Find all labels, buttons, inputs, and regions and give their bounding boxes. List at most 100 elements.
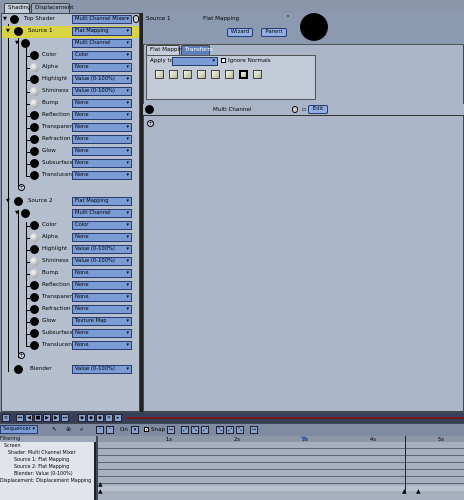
- channel-dropdown[interactable]: None: [72, 233, 132, 242]
- channel-row[interactable]: Highlight Value (0-100%): [2, 74, 139, 86]
- playhead-marker-icon[interactable]: ▼: [301, 435, 306, 443]
- tool-icon[interactable]: ⤡: [236, 426, 244, 434]
- keyframe-icon[interactable]: ◆: [87, 414, 95, 422]
- channel-dropdown[interactable]: None: [72, 135, 132, 144]
- to-end-icon[interactable]: ⏭: [61, 414, 69, 422]
- tool-icon[interactable]: ↔: [250, 426, 258, 434]
- source-1-sub-row[interactable]: ▼ Multi Channel: [2, 38, 139, 50]
- on-toggle-icon[interactable]: ▾: [131, 426, 139, 434]
- stop-icon[interactable]: ■: [34, 414, 42, 422]
- zoom-icon[interactable]: ⌕: [80, 426, 83, 434]
- channel-dropdown[interactable]: Texture Map: [72, 317, 132, 326]
- source-1-row[interactable]: ▼ Source 1 Flat Mapping: [2, 26, 139, 38]
- channel-row[interactable]: Glow None: [2, 146, 139, 158]
- tool-icon[interactable]: ↔: [167, 426, 175, 434]
- cube-plane-icon[interactable]: [211, 70, 220, 79]
- apply-to-dropdown[interactable]: [172, 57, 218, 66]
- collapse-arrow-icon[interactable]: ▼: [6, 198, 10, 204]
- keyframe-marker-icon[interactable]: ▲: [98, 488, 103, 495]
- track-item[interactable]: Shader: Multi Channel Mixer: [0, 450, 96, 457]
- channel-row[interactable]: Refraction None: [2, 134, 139, 146]
- top-shader-dropdown[interactable]: Multi Channel Mixer: [72, 15, 132, 24]
- channel-row[interactable]: Alpha None: [2, 232, 139, 244]
- channel-row[interactable]: Bump None: [2, 268, 139, 280]
- channel-dropdown[interactable]: None: [72, 111, 132, 120]
- channel-row[interactable]: Color Color: [2, 220, 139, 232]
- cube-plane-icon[interactable]: [183, 70, 192, 79]
- sequencer-dropdown[interactable]: Sequencer: [0, 425, 38, 434]
- track-item[interactable]: Displacement: Displacement Mapping: [0, 478, 96, 485]
- channel-dropdown[interactable]: Value (0-100%): [72, 257, 132, 266]
- channel-row[interactable]: Refraction None: [2, 304, 139, 316]
- collapse-arrow-icon[interactable]: ▼: [3, 16, 7, 22]
- lock-icon[interactable]: [133, 15, 139, 23]
- blender-row[interactable]: Blender Value (0-100%): [2, 364, 139, 376]
- source-1-sub-dropdown[interactable]: Multi Channel: [72, 39, 132, 48]
- parent-button[interactable]: Parent: [261, 28, 287, 37]
- channel-dropdown[interactable]: None: [72, 329, 132, 338]
- prev-frame-icon[interactable]: ◀: [25, 414, 33, 422]
- keyframe-next-icon[interactable]: ◆: [96, 414, 104, 422]
- link-icon[interactable]: ▫: [302, 106, 306, 113]
- tab-flat-mapping[interactable]: Flat Mapping: [146, 45, 186, 55]
- edit-button[interactable]: Edit: [308, 105, 328, 114]
- channel-dropdown[interactable]: Color: [72, 221, 132, 230]
- source-2-dropdown[interactable]: Flat Mapping: [72, 197, 132, 206]
- channel-dropdown[interactable]: None: [72, 293, 132, 302]
- keyframe-marker-icon[interactable]: ▲: [98, 481, 103, 488]
- channel-dropdown[interactable]: None: [72, 171, 132, 180]
- next-frame-icon[interactable]: ▶: [52, 414, 60, 422]
- pointer-icon[interactable]: ↖: [52, 426, 57, 433]
- channel-dropdown[interactable]: None: [72, 269, 132, 278]
- add-node-icon[interactable]: +: [147, 120, 154, 127]
- tool-icon[interactable]: ⤡: [216, 426, 224, 434]
- collapse-arrow-icon[interactable]: ▼: [6, 28, 10, 34]
- source-2-sub-row[interactable]: ▼ Multi Channel: [2, 208, 139, 220]
- channel-row[interactable]: Glow Texture Map: [2, 316, 139, 328]
- channel-row[interactable]: Translucency None: [2, 340, 139, 352]
- cube-plane-icon[interactable]: [197, 70, 206, 79]
- key-icon[interactable]: ⁺: [96, 426, 104, 434]
- tab-displacement[interactable]: Displacement: [31, 3, 73, 13]
- blender-track[interactable]: [98, 486, 464, 491]
- lock-icon[interactable]: [292, 106, 298, 113]
- channel-dropdown[interactable]: None: [72, 147, 132, 156]
- channel-dropdown[interactable]: None: [72, 341, 132, 350]
- channel-dropdown[interactable]: Color: [72, 51, 132, 60]
- track-item[interactable]: Source 2: Flat Mapping: [0, 464, 96, 471]
- keyframe-marker-icon[interactable]: ▲: [416, 488, 421, 495]
- channel-row[interactable]: Subsurface Sc None: [2, 328, 139, 340]
- track-item[interactable]: Blender: Value (0-100%): [0, 471, 96, 478]
- add-node-icon[interactable]: +: [18, 184, 25, 191]
- keyframe-prev-icon[interactable]: ◆: [78, 414, 86, 422]
- channel-dropdown[interactable]: None: [72, 159, 132, 168]
- select-icon[interactable]: ⊕: [66, 426, 71, 433]
- pin-icon[interactable]: ⁸: [287, 15, 289, 21]
- channel-row[interactable]: Shininess Value (0-100%): [2, 86, 139, 98]
- channel-row[interactable]: Bump None: [2, 98, 139, 110]
- ignore-normals-checkbox[interactable]: [221, 58, 226, 63]
- tab-shading[interactable]: Shading: [4, 3, 31, 13]
- channel-dropdown[interactable]: None: [72, 123, 132, 132]
- channel-dropdown[interactable]: None: [72, 99, 132, 108]
- cube-plane-icon[interactable]: [155, 70, 164, 79]
- tool-icon[interactable]: ⤢: [226, 426, 234, 434]
- wizard-button[interactable]: Wizard: [227, 28, 253, 37]
- cube-plane-selected-icon[interactable]: [239, 70, 248, 79]
- source-2-sub-dropdown[interactable]: Multi Channel: [72, 209, 132, 218]
- timeline-tracks[interactable]: ▲ ▲ ▲ ▲: [98, 436, 464, 500]
- channel-dropdown[interactable]: None: [72, 281, 132, 290]
- top-shader-row[interactable]: ▼ Top Shader Multi Channel Mixer: [2, 14, 139, 26]
- channel-row[interactable]: Shininess Value (0-100%): [2, 256, 139, 268]
- channel-row[interactable]: Reflection None: [2, 110, 139, 122]
- keyframe-delete-icon[interactable]: ✕: [105, 414, 113, 422]
- add-node-icon[interactable]: +: [18, 352, 25, 359]
- channel-row[interactable]: Transparency None: [2, 292, 139, 304]
- track-item[interactable]: Source 1: Flat Mapping: [0, 457, 96, 464]
- key-icon[interactable]: ⁺: [106, 426, 114, 434]
- channel-dropdown[interactable]: Value (0-100%): [72, 87, 132, 96]
- channel-row[interactable]: Translucency None: [2, 170, 139, 182]
- cube-plane-icon[interactable]: [225, 70, 234, 79]
- channel-row[interactable]: Highlight Value (0-100%): [2, 244, 139, 256]
- time-scrubber[interactable]: [126, 417, 464, 419]
